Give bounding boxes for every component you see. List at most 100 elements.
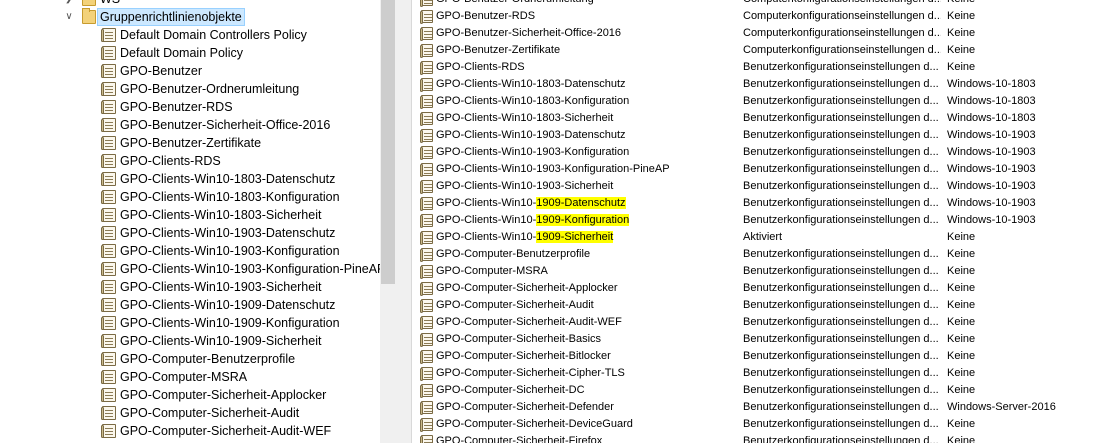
tree-scrollbar[interactable]	[380, 0, 396, 443]
tree-item[interactable]: GPO-Computer-MSRA	[0, 368, 380, 386]
list-row[interactable]: GPO-Clients-Win10-1903-Sicherheit Benutze…	[412, 178, 1095, 195]
tree-item[interactable]: Default Domain Controllers Policy	[0, 26, 380, 44]
gpo-icon	[420, 299, 433, 313]
tree-item[interactable]: GPO-Computer-Sicherheit-Audit	[0, 404, 380, 422]
tree-item[interactable]: GPO-Computer-Benutzerprofile	[0, 350, 380, 368]
tree-item[interactable]: GPO-Clients-Win10-1903-Konfiguration-Pin…	[0, 260, 380, 278]
tree-item[interactable]: GPO-Clients-Win10-1803-Konfiguration	[0, 188, 380, 206]
list-row[interactable]: GPO-Clients-Win10-1903-Datenschutz Benutz…	[412, 127, 1095, 144]
gpo-status: Benutzerkonfigurationseinstellungen d...	[743, 214, 939, 226]
tree-item-gruppenrichtlinienobjekte[interactable]: ∨ Gruppenrichtlinienobjekte	[0, 8, 380, 26]
gpo-name: GPO-Benutzer-Zertifikate	[436, 44, 561, 56]
gpo-icon	[101, 154, 116, 168]
tree-item[interactable]: GPO-Clients-Win10-1909-Datenschutz	[0, 296, 380, 314]
gpo-list-pane[interactable]: GPO-Benutzer-Ordnerumleitung Computerkonf…	[412, 0, 1095, 443]
gpo-icon	[101, 118, 116, 132]
list-row[interactable]: GPO-Clients-Win10-1909-Konfiguration Benu…	[412, 212, 1095, 229]
list-row[interactable]: GPO-Benutzer-Zertifikate Computerkonfigur…	[412, 42, 1095, 59]
tree-item-label: GPO-Benutzer	[120, 64, 202, 78]
tree-item-label: GPO-Benutzer-Zertifikate	[120, 136, 262, 150]
highlighted-text: 1909-Sicherheit	[536, 231, 614, 243]
list-row[interactable]: GPO-Benutzer-Ordnerumleitung Computerkonf…	[412, 0, 1095, 8]
gpo-tree: ❯ WS ∨ Gruppenrichtlinienobjekte Default…	[0, 0, 380, 440]
tree-item[interactable]: GPO-Benutzer-Zertifikate	[0, 134, 380, 152]
folder-icon	[82, 0, 96, 6]
tree-item[interactable]: GPO-Clients-Win10-1903-Datenschutz	[0, 224, 380, 242]
gpo-icon	[420, 146, 433, 160]
gpo-wmi-filter: Keine	[947, 367, 976, 379]
tree-item-label: Default Domain Controllers Policy	[120, 28, 307, 42]
list-row[interactable]: GPO-Benutzer-Sicherheit-Office-2016 Compu…	[412, 25, 1095, 42]
gpo-wmi-filter: Windows-10-1903	[947, 146, 1036, 158]
tree-item[interactable]: GPO-Computer-Sicherheit-Audit-WEF	[0, 422, 380, 440]
scrollbar-thumb[interactable]	[381, 0, 395, 284]
tree-item-label: GPO-Benutzer-Ordnerumleitung	[120, 82, 300, 96]
tree-item[interactable]: GPO-Benutzer-RDS	[0, 98, 380, 116]
tree-pane[interactable]: ❯ WS ∨ Gruppenrichtlinienobjekte Default…	[0, 0, 380, 443]
gpo-name: GPO-Computer-Sicherheit-Cipher-TLS	[436, 367, 625, 379]
list-row[interactable]: GPO-Computer-Benutzerprofile Benutzerkonf…	[412, 246, 1095, 263]
list-row[interactable]: GPO-Computer-Sicherheit-Audit Benutzerkon…	[412, 297, 1095, 314]
list-row[interactable]: GPO-Computer-Sicherheit-DeviceGuard Benut…	[412, 416, 1095, 433]
list-row[interactable]: GPO-Computer-MSRA Benutzerkonfigurationse…	[412, 263, 1095, 280]
list-row[interactable]: GPO-Computer-Sicherheit-DC Benutzerkonfig…	[412, 382, 1095, 399]
gpo-icon	[101, 64, 116, 78]
gpo-icon	[101, 352, 116, 366]
tree-item-label: GPO-Computer-Sicherheit-Audit	[120, 406, 300, 420]
gpo-wmi-filter: Keine	[947, 435, 976, 443]
tree-item[interactable]: GPO-Clients-Win10-1903-Sicherheit	[0, 278, 380, 296]
list-row[interactable]: GPO-Clients-Win10-1803-Konfiguration Benu…	[412, 93, 1095, 110]
tree-item[interactable]: GPO-Benutzer	[0, 62, 380, 80]
list-row[interactable]: GPO-Computer-Sicherheit-Cipher-TLS Benutz…	[412, 365, 1095, 382]
list-row[interactable]: GPO-Clients-Win10-1903-Konfiguration-Pin…	[412, 161, 1095, 178]
tree-item[interactable]: GPO-Benutzer-Ordnerumleitung	[0, 80, 380, 98]
gpo-name: GPO-Computer-Sicherheit-Audit-WEF	[436, 316, 622, 328]
gpo-wmi-filter: Keine	[947, 248, 976, 260]
gpo-name: GPO-Clients-Win10-1803-Konfiguration	[436, 95, 630, 107]
list-row[interactable]: GPO-Computer-Sicherheit-Firefox Benutzerk…	[412, 433, 1095, 443]
list-row[interactable]: GPO-Clients-Win10-1803-Sicherheit Benutze…	[412, 110, 1095, 127]
list-row[interactable]: GPO-Clients-Win10-1903-Konfiguration Benu…	[412, 144, 1095, 161]
list-row[interactable]: GPO-Computer-Sicherheit-Bitlocker Benutze…	[412, 348, 1095, 365]
gpo-name: GPO-Clients-RDS	[436, 61, 525, 73]
gpo-name: GPO-Computer-Benutzerprofile	[436, 248, 591, 260]
tree-item[interactable]: GPO-Clients-RDS	[0, 152, 380, 170]
tree-item[interactable]: GPO-Clients-Win10-1909-Konfiguration	[0, 314, 380, 332]
chevron-down-icon[interactable]: ∨	[64, 8, 74, 26]
tree-item-ws[interactable]: ❯ WS	[0, 0, 380, 8]
tree-item[interactable]: GPO-Clients-Win10-1909-Sicherheit	[0, 332, 380, 350]
tree-item-label: GPO-Clients-Win10-1903-Datenschutz	[120, 226, 336, 240]
list-row[interactable]: GPO-Clients-Win10-1909-Datenschutz Benutz…	[412, 195, 1095, 212]
pane-splitter[interactable]	[396, 0, 412, 443]
tree-item-label: GPO-Clients-Win10-1903-Sicherheit	[120, 280, 322, 294]
list-row[interactable]: GPO-Computer-Sicherheit-Applocker Benutze…	[412, 280, 1095, 297]
tree-item-label: GPO-Benutzer-Sicherheit-Office-2016	[120, 118, 331, 132]
gpo-status: Computerkonfigurationseinstellungen d...	[743, 44, 941, 56]
gpo-name: GPO-Computer-Sicherheit-Firefox	[436, 435, 603, 443]
tree-item[interactable]: GPO-Clients-Win10-1803-Datenschutz	[0, 170, 380, 188]
gpo-icon	[420, 44, 433, 58]
tree-item-label: GPO-Clients-Win10-1903-Konfiguration-Pin…	[120, 262, 380, 276]
gpo-name-prefix: GPO-Clients-Win10-	[436, 197, 537, 209]
list-row[interactable]: GPO-Clients-Win10-1803-Datenschutz Benutz…	[412, 76, 1095, 93]
tree-item[interactable]: GPO-Clients-Win10-1803-Sicherheit	[0, 206, 380, 224]
gpo-status: Benutzerkonfigurationseinstellungen d...	[743, 435, 939, 443]
list-row[interactable]: GPO-Clients-RDS Benutzerkonfigurationsein…	[412, 59, 1095, 76]
tree-item[interactable]: GPO-Benutzer-Sicherheit-Office-2016	[0, 116, 380, 134]
gpo-icon	[101, 208, 116, 222]
list-row[interactable]: GPO-Clients-Win10-1909-Sicherheit Aktivie…	[412, 229, 1095, 246]
list-row[interactable]: GPO-Computer-Sicherheit-Audit-WEF Benutze…	[412, 314, 1095, 331]
gpo-wmi-filter: Keine	[947, 44, 976, 56]
gpo-wmi-filter: Keine	[947, 61, 976, 73]
list-row[interactable]: GPO-Benutzer-RDS Computerkonfigurationsei…	[412, 8, 1095, 25]
chevron-right-icon[interactable]: ❯	[64, 0, 74, 8]
gpo-wmi-filter: Windows-10-1803	[947, 112, 1036, 124]
tree-item[interactable]: Default Domain Policy	[0, 44, 380, 62]
list-row[interactable]: GPO-Computer-Sicherheit-Defender Benutzer…	[412, 399, 1095, 416]
tree-item[interactable]: GPO-Clients-Win10-1903-Konfiguration	[0, 242, 380, 260]
gpo-icon	[101, 406, 116, 420]
gpo-wmi-filter: Keine	[947, 299, 976, 311]
tree-item[interactable]: GPO-Computer-Sicherheit-Applocker	[0, 386, 380, 404]
list-row[interactable]: GPO-Computer-Sicherheit-Basics Benutzerko…	[412, 331, 1095, 348]
gpo-status: Benutzerkonfigurationseinstellungen d...	[743, 384, 939, 396]
